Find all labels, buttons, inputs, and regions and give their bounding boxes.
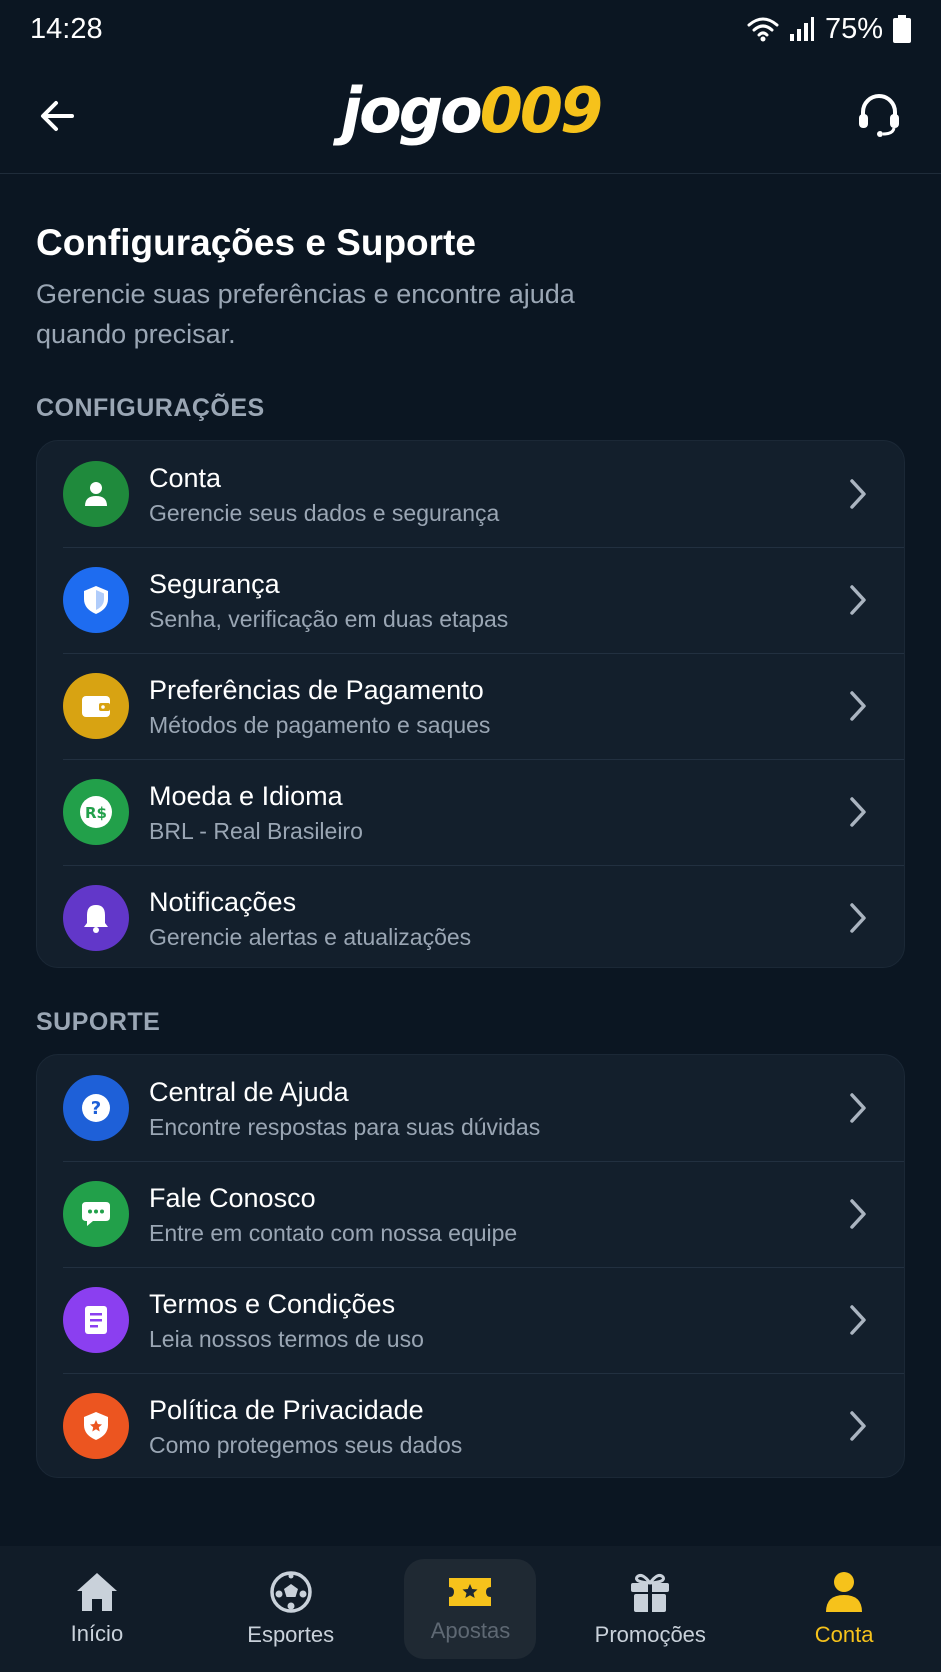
currency-icon: R$ <box>63 779 129 845</box>
item-title: Moeda e Idioma <box>149 781 343 811</box>
item-subtitle: Leia nossos termos de uso <box>149 1326 424 1352</box>
section-label-settings: CONFIGURAÇÕES <box>36 394 265 422</box>
user-icon <box>63 461 129 527</box>
app-logo: jogo 009 <box>340 74 603 147</box>
chat-icon <box>63 1181 129 1247</box>
gift-icon <box>631 1574 670 1612</box>
support-item-help-center[interactable]: ? Central de Ajuda Encontre respostas pa… <box>37 1055 904 1161</box>
help-icon: ? <box>63 1075 129 1141</box>
nav-label: Apostas <box>430 1618 511 1643</box>
item-subtitle: Métodos de pagamento e saques <box>149 712 491 738</box>
chevron-right-icon <box>850 691 866 721</box>
section-label-support: SUPORTE <box>36 1008 161 1036</box>
item-title: Termos e Condições <box>149 1289 396 1319</box>
chevron-right-icon <box>850 903 866 933</box>
support-item-privacy[interactable]: Política de Privacidade Como protegemos … <box>37 1373 904 1477</box>
nav-label: Esportes <box>247 1622 335 1647</box>
bell-icon <box>63 885 129 951</box>
logo-text-primary: jogo <box>340 74 483 147</box>
nav-item-promotions[interactable]: Promoções <box>570 1559 730 1659</box>
support-item-contact[interactable]: Fale Conosco Entre em contato com nossa … <box>37 1161 904 1267</box>
page-subtitle: Gerencie suas preferências e encontre aj… <box>36 279 575 349</box>
wallet-icon <box>63 673 129 739</box>
settings-item-currency-language[interactable]: R$ Moeda e Idioma BRL - Real Brasileiro <box>37 759 904 865</box>
item-title: Central de Ajuda <box>149 1077 349 1107</box>
nav-label: Promoções <box>594 1622 706 1647</box>
item-subtitle: Gerencie seus dados e segurança <box>149 500 500 526</box>
svg-text:R$: R$ <box>85 804 107 822</box>
logo-text-accent: 009 <box>479 74 603 147</box>
chevron-right-icon <box>850 585 866 615</box>
settings-item-notifications[interactable]: Notificações Gerencie alertas e atualiza… <box>37 865 904 967</box>
bottom-nav: Início Esportes Apostas Promoções Conta <box>0 1546 941 1672</box>
item-subtitle: BRL - Real Brasileiro <box>149 818 363 844</box>
item-subtitle: Como protegemos seus dados <box>149 1432 463 1458</box>
item-subtitle: Gerencie alertas e atualizações <box>149 924 472 950</box>
nav-item-sports[interactable]: Esportes <box>211 1559 371 1659</box>
svg-text:?: ? <box>91 1098 101 1119</box>
chevron-right-icon <box>850 1411 866 1441</box>
signal-icon <box>789 17 814 41</box>
chevron-right-icon <box>850 1199 866 1229</box>
status-time: 14:28 <box>30 12 103 45</box>
wifi-icon <box>747 17 779 42</box>
app-header: jogo 009 <box>0 58 941 174</box>
chevron-right-icon <box>850 797 866 827</box>
settings-item-account[interactable]: Conta Gerencie seus dados e segurança <box>37 441 904 547</box>
settings-item-security[interactable]: Segurança Senha, verificação em duas eta… <box>37 547 904 653</box>
back-arrow-icon[interactable] <box>36 94 80 138</box>
item-title: Política de Privacidade <box>149 1395 424 1425</box>
chevron-right-icon <box>850 1305 866 1335</box>
nav-item-bets[interactable]: Apostas <box>404 1559 537 1659</box>
home-icon <box>76 1573 117 1611</box>
item-subtitle: Entre em contato com nossa equipe <box>149 1220 518 1246</box>
support-item-terms[interactable]: Termos e Condições Leia nossos termos de… <box>37 1267 904 1373</box>
battery-icon <box>893 15 911 43</box>
shield-icon <box>63 567 129 633</box>
nav-label: Início <box>70 1621 124 1646</box>
battery-percent: 75% <box>824 12 883 45</box>
settings-item-payment[interactable]: Preferências de Pagamento Métodos de pag… <box>37 653 904 759</box>
chevron-right-icon <box>850 1093 866 1123</box>
item-title: Fale Conosco <box>149 1183 316 1213</box>
item-title: Preferências de Pagamento <box>149 675 484 705</box>
item-title: Notificações <box>149 887 297 917</box>
headset-icon[interactable] <box>855 90 903 138</box>
page-title: Configurações e Suporte <box>36 222 476 263</box>
item-subtitle: Senha, verificação em duas etapas <box>149 606 509 632</box>
soccer-ball-icon <box>269 1571 312 1613</box>
document-icon <box>63 1287 129 1353</box>
user-icon <box>826 1572 863 1612</box>
nav-item-home[interactable]: Início <box>17 1559 177 1659</box>
nav-item-account[interactable]: Conta <box>764 1559 924 1659</box>
settings-card: Conta Gerencie seus dados e segurança Se… <box>36 440 905 968</box>
privacy-shield-icon <box>63 1393 129 1459</box>
item-subtitle: Encontre respostas para suas dúvidas <box>149 1114 541 1140</box>
chevron-right-icon <box>850 479 866 509</box>
item-title: Conta <box>149 463 222 493</box>
support-card: ? Central de Ajuda Encontre respostas pa… <box>36 1054 905 1478</box>
ticket-icon <box>449 1578 492 1606</box>
nav-label: Conta <box>814 1622 874 1647</box>
item-title: Segurança <box>149 569 280 599</box>
status-bar: 14:28 75% <box>0 0 941 58</box>
